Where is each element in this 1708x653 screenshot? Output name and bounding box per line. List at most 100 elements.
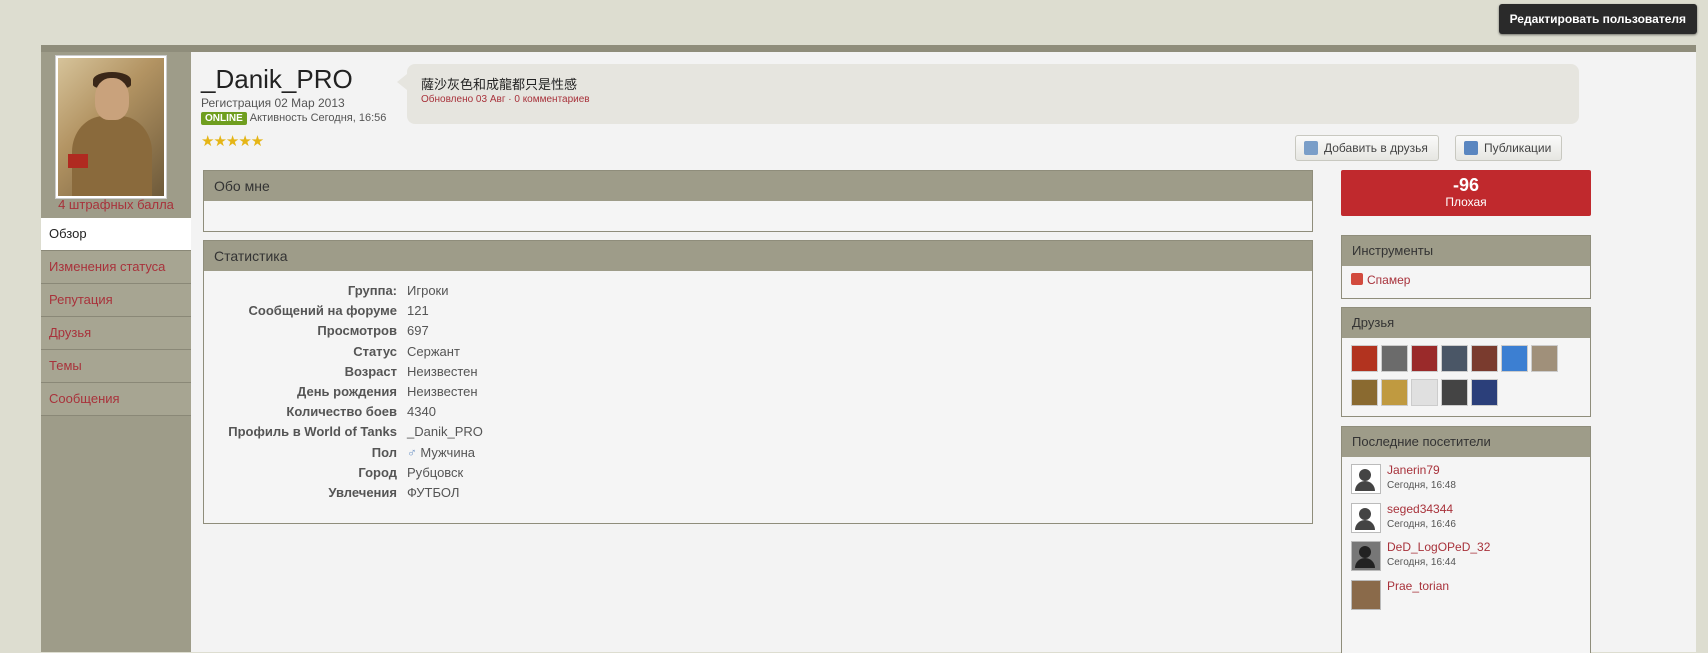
avatar — [55, 55, 167, 199]
stat-row: Город Рубцовск — [204, 463, 1312, 483]
wot-profile-link[interactable]: _Danik_PRO — [407, 422, 483, 442]
stats-header: Статистика — [204, 241, 1312, 271]
online-badge: ONLINE — [201, 112, 247, 125]
stat-value: Неизвестен — [407, 363, 478, 379]
edit-user-button[interactable]: Редактировать пользователя — [1498, 4, 1697, 34]
nav-item-overview[interactable]: Обзор — [41, 218, 191, 251]
reputation-label: Плохая — [1445, 195, 1487, 209]
friend-avatar[interactable] — [1381, 379, 1408, 406]
visitor-time: Сегодня, 16:46 — [1387, 518, 1456, 530]
stat-label: Статус — [353, 343, 397, 359]
spammer-icon — [1351, 273, 1363, 285]
friend-avatar[interactable] — [1381, 345, 1408, 372]
stat-row: Профиль в World of Tanks _Danik_PRO — [204, 422, 1312, 442]
friend-avatar[interactable] — [1411, 379, 1438, 406]
friend-avatar[interactable] — [1441, 345, 1468, 372]
tools-header: Инструменты — [1342, 236, 1590, 266]
nav-item-status-changes[interactable]: Изменения статуса — [41, 251, 191, 284]
publications-label: Публикации — [1484, 141, 1552, 155]
visitor-item[interactable]: seged34344 Сегодня, 16:46 — [1342, 498, 1590, 537]
status-meta-link[interactable]: Обновлено 03 Авг · 0 комментариев — [421, 94, 590, 105]
visitor-name[interactable]: Janerin79 — [1387, 463, 1440, 477]
friend-avatar[interactable] — [1411, 345, 1438, 372]
stat-value: Сержант — [407, 343, 460, 359]
visitors-header: Последние посетители — [1342, 427, 1590, 457]
stat-label: День рождения — [297, 383, 397, 399]
stat-row: Сообщений на форуме 121 — [204, 301, 1312, 321]
nav-item-friends[interactable]: Друзья — [41, 317, 191, 350]
friends-header: Друзья — [1342, 308, 1590, 338]
stat-value: Рубцовск — [407, 464, 464, 480]
status-text: 薩沙灰色和成龍都只是性感 — [421, 77, 578, 92]
stat-label: Профиль в World of Tanks — [228, 424, 397, 440]
stat-label: Количество боев — [286, 404, 397, 420]
nav-item-topics[interactable]: Темы — [41, 350, 191, 383]
friends-grid — [1342, 338, 1590, 411]
about-panel: Обо мне — [203, 170, 1313, 232]
stat-row: Группа: Игроки — [204, 281, 1312, 301]
friend-avatar[interactable] — [1351, 345, 1378, 372]
activity-text: Активность Сегодня, 16:56 — [249, 112, 387, 124]
stat-row: Увлечения ФУТБОЛ — [204, 483, 1312, 503]
publications-button[interactable]: Публикации — [1455, 135, 1563, 161]
friend-avatar[interactable] — [1441, 379, 1468, 406]
reputation-value: -96 — [1452, 175, 1479, 195]
about-header: Обо мне — [204, 171, 1312, 201]
stat-value: 697 — [407, 323, 429, 339]
stats-panel: Статистика Группа: Игроки Сообщений на фо… — [203, 240, 1313, 524]
male-icon: ♂ — [407, 444, 417, 460]
visitor-avatar[interactable] — [1351, 464, 1381, 494]
status-bubble: 薩沙灰色和成龍都只是性感 Обновлено 03 Авг · 0 коммен… — [397, 64, 1579, 124]
stat-label: Группа: — [347, 283, 397, 298]
page-edge-strip — [1683, 55, 1694, 643]
nav-item-messages[interactable]: Сообщения — [41, 383, 191, 416]
avatar-image — [58, 58, 164, 196]
visitor-time: Сегодня, 16:48 — [1387, 480, 1456, 491]
stat-row: Просмотров 697 — [204, 321, 1312, 341]
stats-table: Группа: Игроки Сообщений на форуме 121 Про… — [204, 281, 1312, 503]
stat-row: День рождения Неизвестен — [204, 382, 1312, 402]
registration-date: Регистрация 02 Мар 2013 — [201, 96, 345, 110]
visitor-time: Сегодня, 16:44 — [1387, 557, 1456, 569]
friend-avatar[interactable] — [1351, 379, 1378, 406]
visitor-name[interactable]: DeD_LogOPeD_32 — [1387, 540, 1490, 554]
add-friend-label: Добавить в друзья — [1324, 141, 1428, 155]
visitors-panel: Последние посетители Janerin79 Сегодня, … — [1341, 426, 1591, 653]
stat-value: ♂ Мужчина — [407, 443, 475, 463]
visitor-avatar[interactable] — [1351, 579, 1381, 610]
stat-row: Статус Сержант — [204, 342, 1312, 362]
stat-value: ФУТБОЛ — [407, 484, 460, 500]
spammer-link[interactable]: Спамер — [1342, 266, 1590, 294]
gender-value: Мужчина — [420, 444, 475, 460]
profile-wrapper: 4 штрафных балла Обзор Изменения статуса… — [41, 45, 1696, 653]
visitor-item[interactable]: DeD_LogOPeD_32 Сегодня, 16:44 — [1342, 536, 1590, 575]
profile-sidebar: 4 штрафных балла Обзор Изменения статуса… — [41, 52, 191, 652]
visitor-item[interactable]: Prae_torian — [1342, 575, 1590, 614]
stat-label: Возраст — [344, 363, 397, 379]
stat-value: 4340 — [407, 404, 436, 420]
penalty-link[interactable]: 4 штрафных балла — [41, 197, 191, 212]
visitor-avatar[interactable] — [1351, 541, 1381, 572]
nav-item-reputation[interactable]: Репутация — [41, 284, 191, 317]
friend-avatar[interactable] — [1471, 345, 1498, 372]
profile-main: _Danik_PRO Регистрация 02 Мар 2013 ONLIN… — [191, 52, 1696, 653]
visitor-name[interactable]: Prae_torian — [1387, 579, 1449, 593]
stat-label: Пол — [371, 444, 397, 460]
reputation-box: -96 Плохая — [1341, 170, 1591, 216]
stat-label: Увлечения — [328, 484, 397, 500]
stat-value: Игроки — [407, 283, 449, 298]
visitor-item[interactable]: Janerin79 Сегодня, 16:48 — [1342, 459, 1590, 498]
visitor-name[interactable]: seged34344 — [1387, 502, 1453, 516]
rating-stars: ★★★★★ — [201, 133, 264, 150]
spammer-label: Спамер — [1367, 273, 1411, 287]
stat-label: Город — [358, 464, 397, 480]
visitor-avatar[interactable] — [1351, 502, 1381, 533]
tools-panel: Инструменты Спамер — [1341, 235, 1591, 299]
friend-avatar[interactable] — [1531, 345, 1558, 372]
publications-icon — [1464, 141, 1478, 155]
add-friend-button[interactable]: Добавить в друзья — [1295, 135, 1439, 161]
page-title: _Danik_PRO — [201, 64, 353, 94]
friend-avatar[interactable] — [1501, 345, 1528, 372]
stat-row: Пол ♂ Мужчина — [204, 443, 1312, 463]
friend-avatar[interactable] — [1471, 379, 1498, 406]
